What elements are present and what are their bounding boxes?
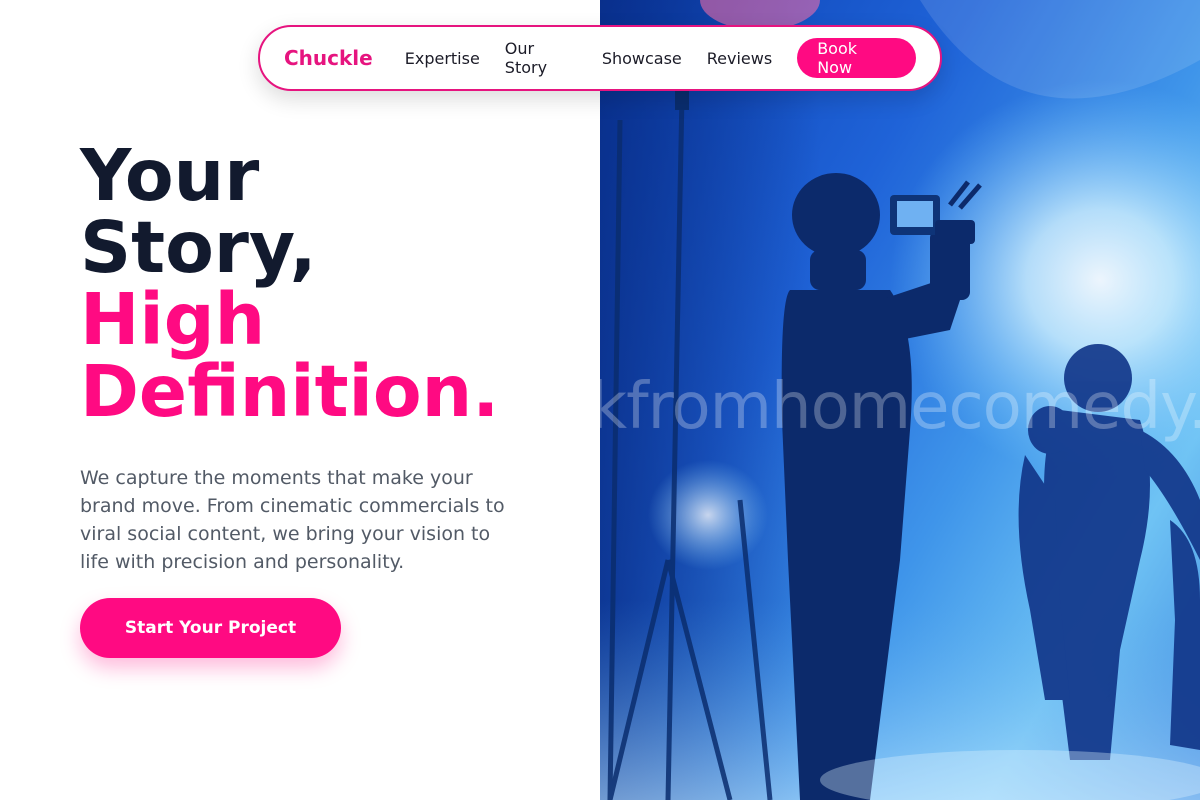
brand-logo[interactable]: Chuckle: [284, 46, 373, 70]
hero-title: Your Story, High Definition.: [80, 140, 550, 428]
nav-link-expertise[interactable]: Expertise: [405, 49, 480, 68]
hero-section: Your Story, High Definition. We capture …: [80, 140, 550, 576]
watermark-text: kfromhomecomedy.c: [600, 370, 1200, 444]
hero-title-line-4: Definition.: [80, 350, 500, 433]
nav-links: Expertise Our Story Showcase Reviews: [405, 39, 797, 77]
navbar: Chuckle Expertise Our Story Showcase Rev…: [258, 25, 942, 91]
nav-link-showcase[interactable]: Showcase: [602, 49, 682, 68]
hero-title-line-2: Story,: [80, 206, 317, 289]
start-project-button[interactable]: Start Your Project: [80, 598, 341, 658]
hero-description: We capture the moments that make your br…: [80, 467, 505, 573]
hero-title-line-1: Your: [80, 134, 260, 217]
page: kfromhomecomedy.c Chuckle Expertise Our …: [0, 0, 1200, 800]
hero-title-line-3: High: [80, 278, 266, 361]
nav-link-our-story[interactable]: Our Story: [505, 39, 577, 77]
nav-link-reviews[interactable]: Reviews: [707, 49, 772, 68]
hero-photo: kfromhomecomedy.c: [600, 0, 1200, 800]
book-now-button[interactable]: Book Now: [797, 38, 916, 78]
